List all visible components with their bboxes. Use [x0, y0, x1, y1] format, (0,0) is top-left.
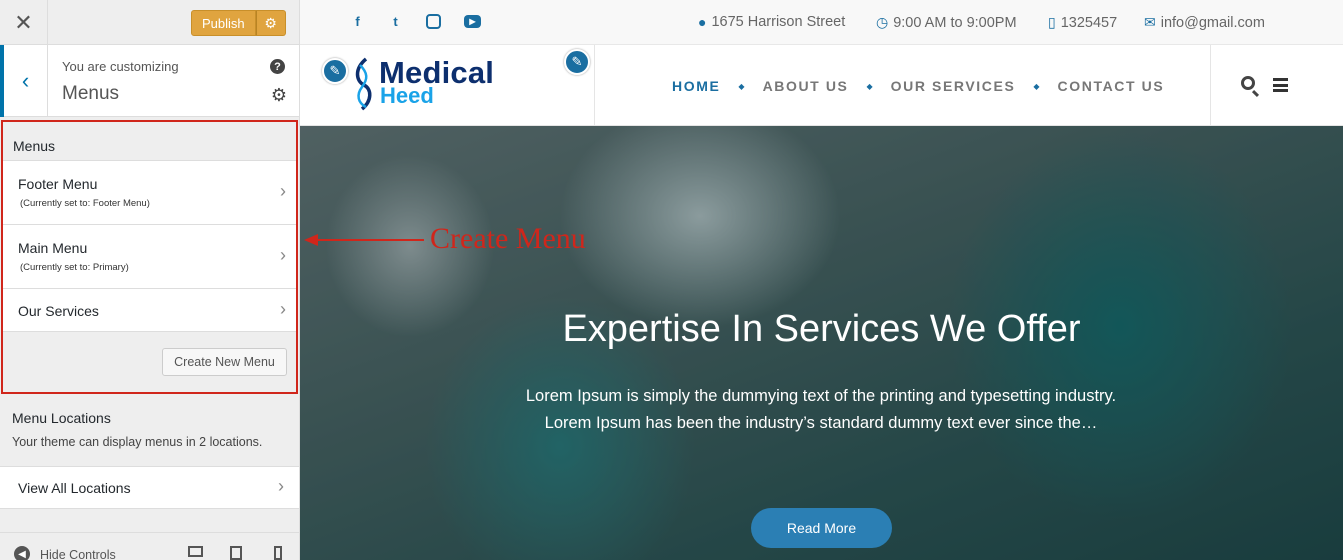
menu-item-subtitle: (Currently set to: Footer Menu) — [20, 198, 150, 209]
hours-info: ◷ 9:00 AM to 9:00PM — [876, 14, 1017, 31]
edit-logo-pencil-icon[interactable]: ✎ — [322, 58, 348, 84]
facebook-icon[interactable]: f — [350, 14, 365, 29]
address-text: 1675 Harrison Street — [711, 14, 846, 30]
chevron-right-icon: › — [278, 476, 284, 496]
hero-text: Lorem Ipsum is simply the dummying text … — [525, 387, 1117, 432]
instagram-icon[interactable] — [426, 14, 441, 29]
nav-home[interactable]: HOME — [672, 78, 720, 94]
nav-our-services[interactable]: OUR SERVICES — [891, 78, 1016, 94]
site-preview: f t ▶ ● 1675 Harrison Street ◷ 9:00 AM t… — [300, 0, 1343, 560]
menu-item-our-services[interactable]: Our Services › — [3, 288, 296, 332]
mobile-preview-icon[interactable] — [274, 546, 282, 560]
search-icon[interactable] — [1241, 76, 1255, 90]
tablet-preview-icon[interactable] — [230, 546, 242, 560]
clock-icon: ◷ — [876, 14, 889, 30]
view-all-locations-label: View All Locations — [18, 480, 131, 496]
twitter-icon[interactable]: t — [388, 14, 403, 29]
menu-item-subtitle: (Currently set to: Primary) — [20, 262, 129, 273]
annotation-label: Create Menu — [430, 222, 586, 255]
menu-item-title: Footer Menu — [18, 176, 98, 192]
phone-text: 1325457 — [1060, 14, 1118, 31]
nav-tools — [1210, 45, 1343, 126]
customizer-sidebar: ✕ Publish ⚙ ‹ You are customizing Menus … — [0, 0, 300, 560]
menus-panel: Menus Footer Menu (Currently set to: Foo… — [1, 120, 298, 394]
publish-button[interactable]: Publish — [191, 10, 256, 36]
email-info: ✉ info@gmail.com — [1144, 14, 1265, 31]
address-info: ● 1675 Harrison Street — [698, 14, 845, 30]
desktop-preview-icon[interactable] — [188, 546, 203, 557]
email-text: info@gmail.com — [1160, 14, 1265, 31]
nav-separator-icon: ◆ — [866, 81, 873, 91]
nav-separator-icon: ◆ — [1033, 81, 1040, 91]
publish-settings-gear-icon[interactable]: ⚙ — [255, 10, 286, 36]
chevron-right-icon: › — [280, 299, 286, 319]
hours-text: 9:00 AM to 9:00PM — [893, 14, 1017, 31]
create-new-menu-button[interactable]: Create New Menu — [162, 348, 287, 376]
hide-controls-label[interactable]: Hide Controls — [40, 548, 116, 560]
hide-controls-icon[interactable]: ◀ — [14, 546, 30, 560]
annotation-arrow-icon — [304, 234, 424, 246]
back-arrow-icon[interactable]: ‹ — [0, 45, 48, 117]
nav-separator-icon: ◆ — [738, 81, 745, 91]
phone-info: ▯ 1325457 — [1048, 14, 1117, 31]
close-icon[interactable]: ✕ — [0, 0, 48, 45]
view-all-locations-item[interactable]: View All Locations › — [0, 466, 299, 509]
envelope-icon: ✉ — [1144, 14, 1156, 30]
menu-item-main-menu[interactable]: Main Menu (Currently set to: Primary) › — [3, 224, 296, 288]
logo-mark-icon — [355, 57, 372, 111]
logo-area: Medical Heed ✎ ✎ — [300, 45, 595, 126]
youtube-icon[interactable]: ▶ — [464, 15, 481, 28]
customizing-label: You are customizing — [62, 59, 179, 74]
logo-text-heed[interactable]: Heed — [380, 83, 434, 109]
map-pin-icon: ● — [698, 14, 707, 30]
gear-icon[interactable]: ⚙ — [271, 85, 287, 106]
menu-locations-title: Menu Locations — [12, 410, 111, 426]
menu-item-title: Our Services — [18, 303, 99, 319]
phone-icon: ▯ — [1048, 14, 1056, 30]
menu-locations-description: Your theme can display menus in 2 locati… — [12, 435, 263, 449]
nav-contact-us[interactable]: CONTACT US — [1058, 78, 1165, 94]
hero-title: Expertise In Services We Offer — [562, 308, 1081, 350]
read-more-button[interactable]: Read More — [751, 508, 892, 548]
chevron-right-icon: › — [280, 245, 286, 265]
chevron-right-icon: › — [280, 181, 286, 201]
nav-about-us[interactable]: ABOUT US — [763, 78, 849, 94]
sidebar-footer: ◀ Hide Controls — [0, 532, 299, 560]
main-nav: HOME ◆ ABOUT US ◆ OUR SERVICES ◆ CONTACT… — [672, 78, 1164, 94]
site-topbar: f t ▶ ● 1675 Harrison Street ◷ 9:00 AM t… — [300, 0, 1343, 45]
section-header: ‹ You are customizing Menus ? ⚙ — [0, 45, 299, 117]
menu-item-title: Main Menu — [18, 240, 88, 256]
sidebar-toolbar: ✕ Publish ⚙ — [0, 0, 299, 45]
help-icon[interactable]: ? — [270, 59, 285, 74]
edit-menu-pencil-icon[interactable]: ✎ — [564, 49, 590, 75]
site-navbar: Medical Heed ✎ ✎ HOME ◆ ABOUT US ◆ OUR S… — [300, 45, 1343, 126]
menu-item-footer-menu[interactable]: Footer Menu (Currently set to: Footer Me… — [3, 160, 296, 224]
hero-banner: Expertise In Services We Offer Lorem Ips… — [300, 126, 1343, 560]
publish-group: Publish ⚙ — [191, 10, 286, 36]
hamburger-menu-icon[interactable] — [1273, 78, 1288, 92]
section-title: Menus — [62, 83, 120, 104]
menus-heading: Menus — [13, 138, 56, 154]
